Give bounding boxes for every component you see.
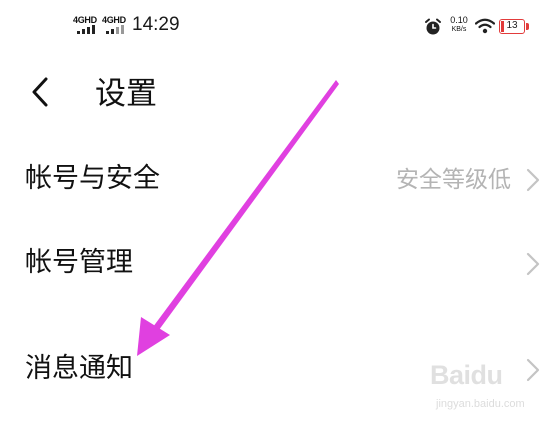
- status-bar: 4GHD 4GHD 14:29 0.10 KB/s 13: [0, 0, 558, 52]
- wifi-icon: [475, 18, 495, 34]
- back-button[interactable]: [22, 72, 62, 112]
- net-speed-value: 0.10: [450, 15, 468, 25]
- page-title: 设置: [95, 76, 157, 112]
- settings-screen: 4GHD 4GHD 14:29 0.10 KB/s 13 设置 帐号与安全 安全…: [0, 0, 558, 427]
- settings-item-label: 帐号管理: [25, 247, 133, 278]
- chevron-right-icon: [526, 168, 540, 192]
- settings-item-label: 帐号与安全: [25, 163, 160, 194]
- security-level-value: 安全等级低: [396, 167, 511, 193]
- settings-item-label: 消息通知: [25, 353, 133, 384]
- battery-level: 13: [506, 20, 518, 31]
- settings-item-account-management[interactable]: 帐号管理: [0, 233, 558, 293]
- sim1-signal: 4GHD: [73, 15, 103, 35]
- settings-item-account-security[interactable]: 帐号与安全 安全等级低: [0, 149, 558, 209]
- battery-icon: 13: [499, 19, 525, 34]
- sim2-network-type: 4GHD: [102, 15, 126, 25]
- watermark-brand: Baidu: [430, 360, 503, 390]
- signal-bars-icon: [106, 25, 124, 34]
- clock: 14:29: [132, 14, 180, 35]
- alarm-icon: [425, 18, 441, 35]
- header: 设置: [0, 60, 558, 130]
- sim2-signal: 4GHD: [102, 15, 132, 35]
- net-speed-unit: KB/s: [451, 26, 467, 33]
- battery-tip: [526, 23, 529, 30]
- watermark-url: jingyan.baidu.com: [436, 398, 525, 410]
- sim1-network-type: 4GHD: [73, 15, 97, 25]
- signal-bars-icon: [77, 25, 95, 34]
- net-speed: 0.10 KB/s: [447, 16, 471, 34]
- baidu-watermark: Baidu jingyan.baidu.com: [426, 360, 554, 418]
- chevron-left-icon: [32, 77, 48, 107]
- chevron-right-icon: [526, 252, 540, 276]
